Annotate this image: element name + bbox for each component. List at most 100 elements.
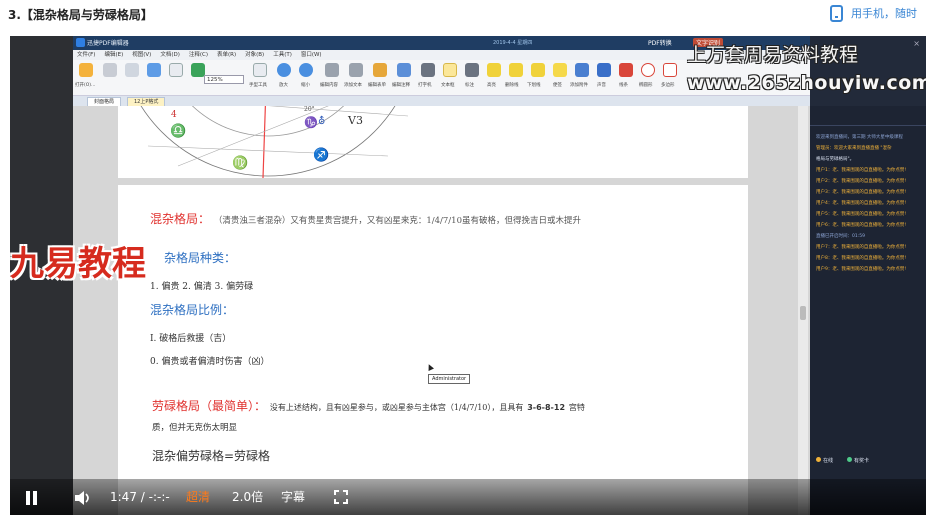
fullscreen-icon[interactable] bbox=[334, 490, 348, 504]
edit-annot-icon[interactable] bbox=[397, 63, 411, 77]
ribbon-label-editcontent: 编辑内容 bbox=[320, 83, 338, 88]
ribbon-label-sound: 声音 bbox=[597, 83, 606, 88]
edit-content-icon[interactable] bbox=[325, 63, 339, 77]
attachment-icon[interactable] bbox=[575, 63, 589, 77]
tab-document-1[interactable]: 封面格局 bbox=[87, 97, 122, 106]
scrollbar-thumb[interactable] bbox=[800, 306, 806, 320]
ribbon-label-underline: 下划线 bbox=[527, 83, 541, 88]
edit-form-icon[interactable] bbox=[373, 63, 387, 77]
line-icon[interactable] bbox=[619, 63, 633, 77]
chat-footer: 在线 有奖卡 bbox=[816, 457, 869, 464]
lesson-title: 3.【混杂格局与劳碌格局】 bbox=[8, 8, 153, 22]
print-icon[interactable] bbox=[125, 63, 139, 77]
app-title: 迅捷PDF编辑器 bbox=[87, 40, 129, 47]
note-icon[interactable] bbox=[553, 63, 567, 77]
subtitles-button[interactable]: 字幕 bbox=[281, 488, 305, 506]
reward-label: 有奖卡 bbox=[854, 458, 870, 464]
chat-message: 用户3：老、我来围观的自直播啦。为你点赞! bbox=[816, 190, 907, 195]
online-indicator[interactable]: 在线 bbox=[816, 457, 833, 464]
chat-message: 用户9：老、我来围观的自直播啦。为你点赞! bbox=[816, 267, 907, 272]
house-mark-v3: V3 bbox=[348, 114, 363, 127]
pause-icon[interactable] bbox=[26, 491, 38, 505]
refresh-icon[interactable] bbox=[191, 63, 205, 77]
quality-button[interactable]: 超清 bbox=[186, 488, 210, 506]
tab-document-2[interactable]: 12上P格式 bbox=[127, 97, 166, 106]
ribbon-label-editannot: 编辑注释 bbox=[392, 83, 410, 88]
menu-comment[interactable]: 注释(C) bbox=[189, 50, 208, 60]
chat-message: 格局与劳碌格局"。 bbox=[816, 157, 855, 162]
polygon-icon[interactable] bbox=[663, 63, 677, 77]
document-area[interactable]: 4 ♎ ♍ ♐ ♑ ⛢ V3 20° 混杂格局： （清贵浊三者混杂）又有贵星贵宫… bbox=[73, 106, 810, 515]
chat-tabs bbox=[810, 114, 926, 126]
mobile-link-label: 用手机，随时 bbox=[851, 7, 917, 20]
uranus-symbol: ⛢ bbox=[318, 116, 326, 127]
chat-close-icon[interactable]: × bbox=[913, 39, 920, 48]
laolu-houses: 3-6-8-12 bbox=[527, 403, 566, 412]
zoom-out-icon[interactable] bbox=[299, 63, 313, 77]
textbox-icon[interactable] bbox=[443, 63, 457, 77]
zoom-in-icon[interactable] bbox=[277, 63, 291, 77]
ribbon-label-attach: 添加附件 bbox=[570, 83, 588, 88]
chat-message: 用户8：老、我来围观的自直播啦。为你点赞! bbox=[816, 256, 907, 261]
phone-icon bbox=[830, 4, 843, 22]
ellipse-icon[interactable] bbox=[641, 63, 655, 77]
chat-message: 用户5：老、我来围观的自直播啦。为你点赞! bbox=[816, 212, 907, 217]
author-tooltip: Administrator bbox=[428, 374, 471, 384]
ribbon-label-ellipse: 椭圆形 bbox=[639, 83, 653, 88]
app-logo-icon bbox=[76, 38, 85, 47]
menu-window[interactable]: 窗口(W) bbox=[301, 50, 322, 60]
ribbon-label-typewriter: 打字机 bbox=[418, 83, 432, 88]
open-folder-icon[interactable] bbox=[79, 63, 93, 77]
ribbon-label-highlight: 高亮 bbox=[487, 83, 496, 88]
add-text-icon[interactable] bbox=[349, 63, 363, 77]
menu-file[interactable]: 文件(F) bbox=[77, 50, 95, 60]
zoom-select[interactable]: 125% bbox=[204, 75, 244, 84]
hand-tool-icon[interactable] bbox=[169, 63, 183, 77]
page: 3.【混杂格局与劳碌格局】 用手机，随时 迅捷PDF编辑器 2019-4-4 星… bbox=[0, 0, 926, 515]
chat-message: 管理员：欢迎大家来到直播直播 "混杂 bbox=[816, 146, 892, 151]
chat-message: 用户6：老、我来围观的自直播啦。为你点赞! bbox=[816, 223, 907, 228]
undo-icon[interactable] bbox=[147, 63, 161, 77]
watermark-brand: 九易教程 bbox=[10, 244, 146, 284]
astrology-wheel bbox=[140, 106, 409, 178]
ribbon-label-polygon: 多边形 bbox=[661, 83, 675, 88]
menu-object[interactable]: 对象(B) bbox=[245, 50, 264, 60]
ratio-item-1: I. 破格后救援（吉） bbox=[150, 334, 232, 344]
menu-edit[interactable]: 编辑(E) bbox=[104, 50, 123, 60]
sound-icon[interactable] bbox=[597, 63, 611, 77]
menu-tools[interactable]: 工具(T) bbox=[273, 50, 292, 60]
time-display: 1:47 / -:-:- bbox=[110, 490, 170, 504]
ribbon-label-zoomout: 缩小 bbox=[301, 83, 310, 88]
menu-document[interactable]: 文档(D) bbox=[160, 50, 180, 60]
strikeout-icon[interactable] bbox=[509, 63, 523, 77]
laolu-body: 没有上述结构，且有凶星参与，或凶星参与主体宫（1/4/7/10），且具有 bbox=[269, 403, 524, 412]
capricorn-symbol: ♑ bbox=[304, 116, 318, 129]
speed-button[interactable]: 2.0倍 bbox=[232, 488, 263, 506]
ribbon-label-open: 打开(O)... bbox=[75, 83, 96, 88]
mixed-pattern-body: （清贵浊三者混杂）又有贵星贵宫提升，又有凶星来克：1/4/7/10虽有破格，但得… bbox=[213, 216, 581, 226]
volume-icon[interactable] bbox=[74, 490, 92, 506]
underline-icon[interactable] bbox=[531, 63, 545, 77]
online-dot-icon bbox=[816, 457, 821, 462]
fullscreen-corner bbox=[334, 499, 339, 504]
reward-card[interactable]: 有奖卡 bbox=[847, 457, 869, 464]
ribbon-label-hand: 手型工具 bbox=[249, 83, 267, 88]
menu-view[interactable]: 视图(V) bbox=[132, 50, 151, 60]
ribbon-label-zoomin: 放大 bbox=[279, 83, 288, 88]
pdf-convert-button[interactable]: PDF转换 bbox=[648, 38, 672, 47]
menu-form[interactable]: 表单(R) bbox=[217, 50, 236, 60]
document-scrollbar[interactable] bbox=[798, 106, 808, 515]
video-player[interactable]: 迅捷PDF编辑器 2019-4-4 星期四 PDF转换 文字识别 文件(F) 编… bbox=[10, 36, 926, 515]
typewriter-icon[interactable] bbox=[421, 63, 435, 77]
laolu-tail: 宫特 bbox=[568, 403, 585, 412]
house-number-4: 4 bbox=[171, 110, 177, 120]
libra-symbol: ♎ bbox=[170, 124, 187, 139]
mixed-types-heading: 杂格局种类： bbox=[164, 251, 237, 265]
chat-message: 用户2：老、我来围观的自直播啦。为你点赞! bbox=[816, 179, 907, 184]
save-icon[interactable] bbox=[103, 63, 117, 77]
hand-tool-button-icon[interactable] bbox=[253, 63, 267, 77]
highlight-icon[interactable] bbox=[487, 63, 501, 77]
mobile-watch-link[interactable]: 用手机，随时 bbox=[830, 3, 926, 23]
callout-icon[interactable] bbox=[465, 63, 479, 77]
reward-dot-icon bbox=[847, 457, 853, 462]
